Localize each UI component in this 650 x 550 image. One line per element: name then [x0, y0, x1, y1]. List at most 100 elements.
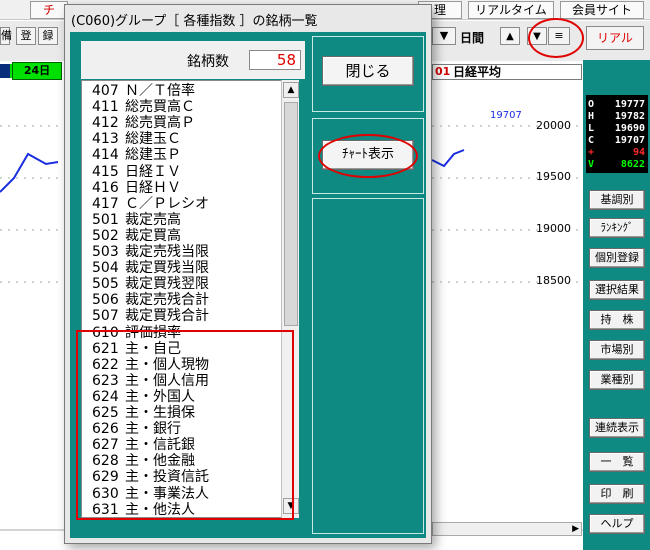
- y-tick-18500: 18500: [536, 274, 571, 287]
- scroll-thumb[interactable]: [284, 102, 298, 326]
- annotation-rectangle-list: [76, 330, 294, 520]
- list-item[interactable]: 501 裁定売高: [92, 212, 181, 228]
- item-name: 裁定買高: [125, 227, 181, 244]
- scroll-right-icon[interactable]: ▶: [572, 523, 579, 535]
- quote-key: L: [588, 123, 595, 134]
- quote-value: 19782: [614, 111, 645, 122]
- item-name: Ｎ／Ｔ倍率: [125, 83, 195, 99]
- tab-realtime[interactable]: リアルタイム: [468, 1, 554, 19]
- market-button[interactable]: 市場別: [589, 340, 645, 360]
- quote-row-high: H 19782: [586, 111, 648, 123]
- item-code: 501: [92, 211, 119, 228]
- list-item[interactable]: 407 Ｎ／Ｔ倍率: [92, 83, 195, 99]
- list-item[interactable]: 413 総建玉Ｃ: [92, 131, 181, 147]
- help-button[interactable]: ヘルプ: [589, 514, 645, 534]
- symbol-name: 日経平均: [453, 65, 502, 79]
- list-footer: [81, 518, 299, 534]
- quote-key: +: [588, 147, 595, 158]
- item-name: Ｃ／Ｐレシオ: [125, 195, 209, 212]
- up-button[interactable]: ▲: [500, 27, 520, 45]
- list-item[interactable]: 411 総売買高Ｃ: [92, 99, 195, 115]
- item-code: 506: [92, 292, 119, 309]
- list-item[interactable]: 416 日経ＨＶ: [92, 180, 181, 196]
- item-code: 416: [92, 179, 119, 196]
- list-item[interactable]: 506 裁定売残合計: [92, 292, 209, 308]
- item-name: 日経ＩＶ: [125, 163, 181, 180]
- item-name: 裁定売残合計: [125, 292, 209, 309]
- symbol-field[interactable]: 01 日経平均: [432, 64, 582, 80]
- item-name: 総建玉Ｃ: [125, 131, 181, 148]
- annotation-circle-menu: [528, 18, 584, 58]
- list-item[interactable]: 507 裁定買残合計: [92, 308, 209, 324]
- item-code: 507: [92, 308, 119, 325]
- horizontal-scrollbar[interactable]: ▶: [432, 522, 582, 536]
- quote-row-low: L 19690: [586, 123, 648, 135]
- quote-row-open: O 19777: [586, 99, 648, 111]
- item-name: 裁定売高: [125, 211, 181, 228]
- quote-key: V: [588, 159, 595, 170]
- close-button[interactable]: 閉じる: [322, 56, 414, 86]
- record-button[interactable]: 録: [38, 27, 58, 45]
- price-line: [0, 152, 59, 193]
- holdings-button[interactable]: 持 株: [589, 310, 645, 330]
- y-tick-19000: 19000: [536, 222, 571, 235]
- list-item[interactable]: 502 裁定買高: [92, 228, 181, 244]
- quote-value: 8622: [620, 159, 645, 170]
- list-item[interactable]: 504 裁定買残当限: [92, 260, 209, 276]
- item-code: 411: [92, 99, 119, 116]
- list-button[interactable]: 一 覧: [589, 452, 645, 472]
- item-code: 504: [92, 260, 119, 277]
- annotation-circle-chart-button: [318, 134, 418, 178]
- quote-row-close: C 19707: [586, 135, 648, 147]
- item-name: 日経ＨＶ: [125, 179, 181, 196]
- y-tick-20000: 20000: [536, 119, 571, 132]
- quote-value: 19707: [614, 135, 645, 146]
- scroll-up-icon[interactable]: ▲: [283, 82, 299, 98]
- item-code: 407: [92, 83, 119, 99]
- symbol-code: 01: [435, 65, 451, 78]
- quote-key: C: [588, 135, 595, 146]
- item-code: 503: [92, 244, 119, 260]
- price-line-right: [431, 149, 465, 168]
- item-name: 総売買高Ｐ: [125, 115, 195, 132]
- item-name: 総売買高Ｃ: [125, 99, 195, 116]
- item-code: 413: [92, 131, 119, 148]
- count-panel: 銘柄数 58: [81, 41, 305, 79]
- selection-result-button[interactable]: 選択結果: [589, 280, 645, 300]
- realtime-button[interactable]: リアル: [586, 26, 644, 50]
- print-button[interactable]: 印 刷: [589, 484, 645, 504]
- y-tick-19500: 19500: [536, 170, 571, 183]
- quote-value: 19777: [614, 99, 645, 110]
- tab-chart[interactable]: チ: [30, 1, 68, 19]
- last-price-label: 19707: [490, 110, 522, 121]
- item-name: 裁定買残合計: [125, 308, 209, 325]
- register-button[interactable]: 登: [16, 27, 36, 45]
- quote-key: H: [588, 111, 595, 122]
- toolbar-button-partial[interactable]: 備: [0, 27, 12, 45]
- individual-register-button[interactable]: 個別登録: [589, 248, 645, 268]
- ranking-button[interactable]: ﾗﾝｷﾝｸﾞ: [589, 218, 645, 238]
- list-item[interactable]: 503 裁定売残当限: [92, 244, 209, 260]
- industry-button[interactable]: 業種別: [589, 370, 645, 390]
- item-code: 414: [92, 147, 119, 164]
- quote-value: 19690: [614, 123, 645, 134]
- item-name: 総建玉Ｐ: [125, 147, 181, 164]
- empty-panel: [312, 198, 424, 534]
- list-item[interactable]: 505 裁定買残翌限: [92, 276, 209, 292]
- list-item[interactable]: 415 日経ＩＶ: [92, 164, 181, 180]
- tab-member-site[interactable]: 会員サイト: [560, 1, 644, 19]
- item-code: 415: [92, 163, 119, 180]
- status-strip: [0, 64, 10, 78]
- continuous-display-button[interactable]: 連続表示: [589, 418, 645, 438]
- list-item[interactable]: 412 総売買高Ｐ: [92, 115, 195, 131]
- list-item[interactable]: 417 Ｃ／Ｐレシオ: [92, 196, 209, 212]
- trend-button[interactable]: 基調別: [589, 190, 645, 210]
- chevron-down-icon: ▼: [439, 29, 449, 42]
- item-name: 裁定売残当限: [125, 244, 209, 260]
- quote-key: O: [588, 99, 595, 110]
- period-dropdown-arrow[interactable]: ▼: [432, 27, 456, 45]
- list-item[interactable]: 414 総建玉Ｐ: [92, 147, 181, 163]
- item-name: 裁定買残当限: [125, 260, 209, 277]
- dialog-title: (C060)グループ［ 各種指数 ］の銘柄一覧: [71, 14, 318, 29]
- date-label: 24日: [12, 62, 62, 80]
